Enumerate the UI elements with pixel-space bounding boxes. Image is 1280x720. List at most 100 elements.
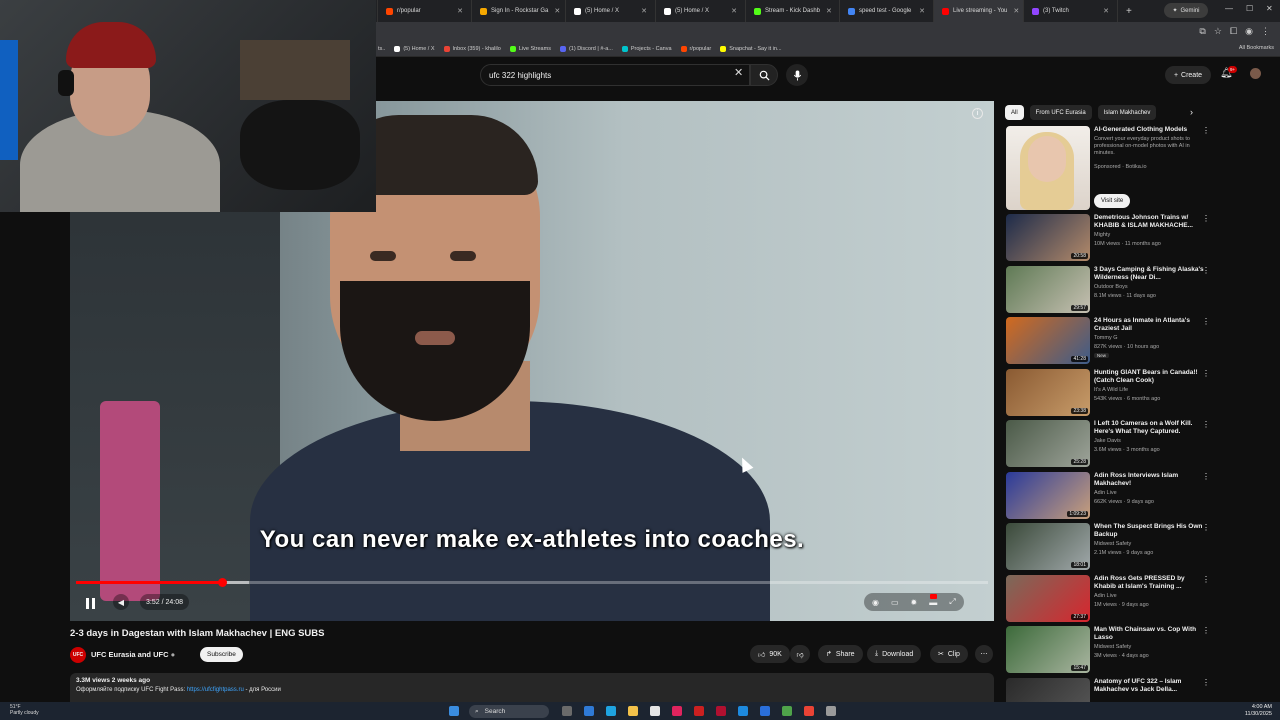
settings-gear-icon[interactable] [826, 706, 836, 716]
edge-icon[interactable] [606, 706, 616, 716]
subscribe-button[interactable]: Subscribe [200, 647, 243, 662]
more-vertical-icon[interactable]: ⋮ [1202, 523, 1210, 532]
bookmark-item[interactable]: r/popular [680, 46, 711, 52]
progress-scrubber-handle[interactable] [217, 578, 227, 587]
app-icon[interactable] [694, 706, 704, 716]
tab-close-icon[interactable]: ✕ [451, 7, 463, 15]
more-vertical-icon[interactable]: ⋮ [1202, 472, 1210, 481]
tab-close-icon[interactable]: ✕ [725, 7, 737, 15]
cast-icon[interactable]: ⧉ [1199, 26, 1205, 37]
download-button[interactable]: ⤓ Download [867, 645, 922, 663]
search-input[interactable]: ufc 322 highlights [480, 64, 750, 86]
tab-close-icon[interactable]: ✕ [548, 7, 560, 15]
bookmark-item[interactable]: Live Streams [509, 46, 551, 52]
weather-widget[interactable]: 51°F Partly cloudy [10, 704, 39, 716]
channel-name[interactable]: Tommy G [1094, 335, 1118, 341]
profile-icon[interactable]: ◉ [1245, 26, 1253, 37]
tab-close-icon[interactable]: ✕ [913, 7, 925, 15]
settings-gear-icon[interactable]: ✹ [911, 598, 918, 607]
recommended-video[interactable]: 15:47 Man With Chainsaw vs. Cop With Lass… [1006, 626, 1211, 674]
search-button[interactable] [750, 64, 778, 86]
more-vertical-icon[interactable]: ⋮ [1202, 214, 1210, 223]
pause-button[interactable] [82, 595, 98, 611]
autoplay-toggle-icon[interactable]: ◉ [872, 598, 879, 607]
channel-name[interactable]: Adin Live [1094, 490, 1117, 496]
store-icon[interactable] [650, 706, 660, 716]
recommended-video[interactable]: 23:38 Hunting GIANT Bears in Canada!! (Ca… [1006, 368, 1211, 417]
app-icon[interactable] [584, 706, 594, 716]
app-icon[interactable] [782, 706, 792, 716]
channel-name[interactable]: UFC Eurasia and UFC ● [91, 650, 175, 659]
clear-search-icon[interactable]: ✕ [734, 66, 743, 79]
channel-name[interactable]: Jake Davis [1094, 438, 1121, 444]
fullscreen-icon[interactable]: ⤢ [949, 597, 955, 607]
browser-tab[interactable]: Live streaming - You ✕ [934, 0, 1024, 22]
close-window-icon[interactable]: ✕ [1266, 4, 1273, 13]
voice-search-button[interactable] [786, 64, 808, 86]
bookmark-item[interactable]: Inbox (359) - khalilo [443, 46, 501, 52]
volume-button[interactable]: ◀ [113, 594, 129, 610]
tab-close-icon[interactable]: ✕ [1007, 7, 1019, 15]
app-icon[interactable] [716, 706, 726, 716]
more-vertical-icon[interactable]: ⋮ [1202, 317, 1210, 326]
more-vertical-icon[interactable]: ⋮ [1202, 575, 1210, 584]
ad-more-icon[interactable]: ⋮ [1202, 126, 1210, 135]
captions-icon[interactable]: ▭ [891, 598, 899, 607]
filter-chip[interactable]: All [1005, 105, 1024, 120]
browser-tab[interactable]: Stream - Kick Dashb ✕ [746, 0, 840, 22]
task-view-icon[interactable] [562, 706, 572, 716]
create-button[interactable]: + Create [1165, 66, 1211, 84]
taskbar-search[interactable]: ⌕ Search [469, 705, 549, 718]
all-bookmarks-button[interactable]: All Bookmarks [1239, 45, 1274, 51]
recommended-video[interactable]: 25:28 I Left 10 Cameras on a Wolf Kill. H… [1006, 420, 1211, 468]
more-actions-button[interactable]: ⋯ [975, 645, 993, 663]
dislike-button[interactable]: 👎︎ [790, 645, 810, 663]
bookmark-star-icon[interactable]: ☆ [1214, 26, 1222, 37]
tab-close-icon[interactable]: ✕ [635, 7, 647, 15]
chrome-icon[interactable] [804, 706, 814, 716]
more-vertical-icon[interactable]: ⋮ [1202, 266, 1210, 275]
recommended-video[interactable]: 41:28 24 Hours as Inmate in Atlanta's Cra… [1006, 317, 1211, 365]
recommended-video[interactable]: 27:37 Adin Ross Gets PRESSED by Khabib at… [1006, 574, 1211, 623]
filter-chip[interactable]: From UFC Eurasia [1029, 105, 1092, 120]
description-link[interactable]: https://ufcfightpass.ru [187, 687, 244, 693]
tab-close-icon[interactable]: ✕ [1097, 7, 1109, 15]
bookmark-item[interactable]: Projects - Canva [621, 46, 672, 52]
channel-name[interactable]: It's A Wild Life [1094, 387, 1128, 393]
share-button[interactable]: ↱ Share [818, 645, 863, 663]
start-icon[interactable] [449, 706, 459, 716]
gemini-button[interactable]: ✦ Gemini [1164, 3, 1208, 18]
recommended-video[interactable]: 18:01 When The Suspect Brings His Own Bac… [1006, 523, 1211, 571]
new-tab-icon[interactable]: + [1118, 6, 1140, 17]
filter-chip[interactable]: Islam Makhachev [1097, 105, 1157, 120]
more-vertical-icon[interactable]: ⋮ [1202, 420, 1210, 429]
channel-name[interactable]: Outdoor Boys [1094, 284, 1128, 290]
channel-name[interactable]: Adin Live [1094, 593, 1117, 599]
more-vertical-icon[interactable]: ⋮ [1202, 369, 1210, 378]
app-icon[interactable] [760, 706, 770, 716]
bookmark-overflow[interactable]: ts.. [378, 46, 385, 52]
menu-icon[interactable]: ⋮ [1261, 26, 1270, 37]
account-avatar[interactable] [1250, 68, 1261, 79]
recommended-video[interactable]: 20:58 Demetrious Johnson Trains w/ KHABIB… [1006, 214, 1211, 262]
chevron-right-icon[interactable]: › [1190, 107, 1193, 117]
like-button[interactable]: 👍︎ 90K [750, 645, 790, 663]
recommended-video[interactable]: 1:09:23 Adin Ross Interviews Islam Makhac… [1006, 471, 1211, 520]
info-icon[interactable]: i [972, 108, 983, 119]
sponsored-ad[interactable]: AI-Generated Clothing Models Convert you… [1006, 126, 1211, 210]
app-icon[interactable] [672, 706, 682, 716]
visit-site-button[interactable]: Visit site [1094, 194, 1131, 208]
channel-name[interactable]: Midwest Safety [1094, 644, 1131, 650]
channel-name[interactable]: Mighty [1094, 232, 1110, 238]
bookmark-item[interactable]: (1) Discord | #-a... [559, 46, 613, 52]
recommended-video[interactable]: 29:57 3 Days Camping & Fishing Alaska's W… [1006, 265, 1211, 314]
browser-tab[interactable]: (3) Twitch ✕ [1024, 0, 1118, 22]
minimize-icon[interactable]: — [1225, 4, 1233, 13]
extensions-icon[interactable]: ⧠ [1230, 26, 1237, 37]
more-vertical-icon[interactable]: ⋮ [1202, 626, 1210, 635]
channel-avatar[interactable]: UFC [70, 647, 86, 663]
clip-button[interactable]: ✂ Clip [930, 645, 968, 663]
browser-tab[interactable]: (5) Home / X ✕ [566, 0, 656, 22]
app-icon[interactable] [738, 706, 748, 716]
progress-bar[interactable] [76, 578, 988, 587]
